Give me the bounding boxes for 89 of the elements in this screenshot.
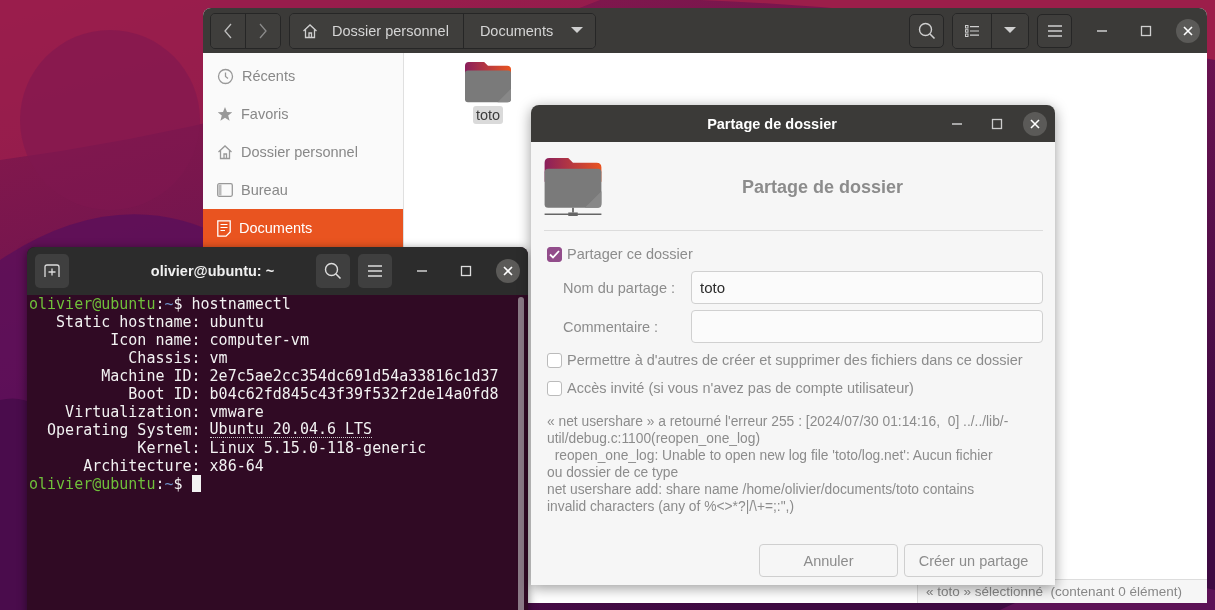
field-label: Commentaire : <box>563 318 660 335</box>
document-icon <box>217 219 231 237</box>
field-label: Nom du partage : <box>563 279 677 296</box>
menu-button[interactable] <box>1037 13 1072 48</box>
window-title: olivier@ubuntu: ~ <box>149 263 276 279</box>
window-title: Partage de dossier <box>706 115 838 132</box>
clock-icon <box>217 67 234 85</box>
output-label: Architecture: <box>82 457 201 475</box>
output-value: b04c62fd845c43f39f532f2de14a0fd8 <box>209 385 499 403</box>
sidebar-item[interactable]: Documents <box>203 209 403 247</box>
status-text: « toto » sélectionné (contenant 0 élément) <box>926 584 1182 599</box>
dialog-button[interactable]: Créer un partage <box>904 544 1043 577</box>
path-button[interactable]: Dossier personnel <box>290 13 464 48</box>
output-value: vm <box>209 349 228 367</box>
error-message: « net usershare » a retourné l'erreur 255 : [2024/07/30 01:14:16, 0] ../../lib/- util/debug.c:1100(reopen_one_log) reopen_one_log: Unable to open new log file 'toto/log.net': Aucun fichier ou dossier de ce type net usershare add: share name /home/olivier/documents/toto contains invalid characters (any of %<>*?|/\+=;:",) <box>547 413 1010 515</box>
output-label: Machine ID: <box>100 367 201 385</box>
desktop-icon <box>217 183 233 197</box>
output-label: Boot ID: <box>127 385 201 403</box>
checkmark-icon <box>549 249 560 259</box>
maximize-icon <box>460 265 472 277</box>
dialog-button[interactable]: Annuler <box>759 544 898 577</box>
search-button[interactable] <box>909 13 944 48</box>
view-button[interactable] <box>953 13 992 48</box>
back-icon <box>223 22 233 39</box>
home-icon <box>302 22 318 39</box>
output-label: Virtualization: <box>64 403 201 421</box>
output-label: Static hostname: <box>55 313 201 331</box>
folder-icon <box>465 61 511 103</box>
prompt-text: : <box>155 295 165 313</box>
checkbox-label[interactable]: Partager ce dossier <box>567 246 693 262</box>
sidebar-item[interactable]: Récents <box>203 57 403 95</box>
home-icon <box>217 144 233 160</box>
checkbox[interactable] <box>547 246 562 262</box>
scrollbar[interactable] <box>518 297 524 610</box>
sidebar-item[interactable]: Dossier personnel <box>203 133 403 171</box>
output-value: computer-vm <box>209 331 309 349</box>
output-link[interactable]: Ubuntu 20.04.6 LTS <box>209 422 373 438</box>
prompt-text: ~ <box>164 475 174 493</box>
checkbox[interactable] <box>547 352 562 368</box>
new-tab-button[interactable] <box>35 254 69 288</box>
star-icon <box>217 106 233 122</box>
output-value: x86-64 <box>209 457 264 475</box>
close-button[interactable] <box>496 259 520 283</box>
back-button[interactable] <box>211 13 246 48</box>
input-field[interactable]: toto <box>691 271 1043 304</box>
output-value: 2e7c5ae2cc354dc691d54a33816c1d37 <box>209 367 499 385</box>
list-view-icon <box>965 24 979 37</box>
output-label: Operating System: <box>46 421 201 439</box>
file-name[interactable]: toto <box>472 106 504 124</box>
menu-icon <box>1047 24 1062 37</box>
menu-button[interactable] <box>358 254 392 288</box>
close-icon <box>1030 118 1040 129</box>
search-icon <box>917 21 936 40</box>
checkbox-label[interactable]: Accès invité (si vous n'avez pas de compte utilisateur) <box>567 380 914 396</box>
output-value: Linux 5.15.0-118-generic <box>209 439 427 457</box>
checkbox[interactable] <box>547 380 562 396</box>
menu-icon <box>368 265 382 277</box>
minimize-icon <box>952 122 962 125</box>
output-value: ubuntu <box>209 313 264 331</box>
prompt-text: olivier@ubuntu <box>29 295 156 313</box>
minimize-icon <box>1097 29 1107 32</box>
shared-folder-icon <box>544 158 602 216</box>
dialog-heading: Partage de dossier <box>740 176 905 198</box>
output-label: Chassis: <box>127 349 201 367</box>
sidebar-item[interactable]: Favoris <box>203 95 403 133</box>
search-button[interactable] <box>316 254 350 288</box>
forward-icon <box>258 22 268 39</box>
sidebar-item[interactable]: Bureau <box>203 171 403 209</box>
search-icon <box>324 262 342 280</box>
close-icon <box>1183 25 1193 36</box>
close-button[interactable] <box>1023 111 1047 136</box>
maximize-icon <box>1140 24 1152 37</box>
prompt-text: ~ <box>164 295 174 313</box>
prompt-text: $ <box>173 475 183 493</box>
output-label: Kernel: <box>136 439 201 457</box>
caret-icon <box>1004 27 1016 34</box>
prompt-text: olivier@ubuntu <box>29 475 156 493</box>
minimize-icon <box>417 270 427 272</box>
prompt-text: : <box>155 475 165 493</box>
new-tab-icon <box>44 264 60 278</box>
output-value: vmware <box>209 403 264 421</box>
caret-icon <box>571 27 584 34</box>
checkbox-label[interactable]: Permettre à d'autres de créer et supprimer des fichiers dans ce dossier <box>567 352 1023 368</box>
input-field[interactable] <box>691 310 1043 343</box>
close-icon <box>503 266 513 276</box>
output-label: Icon name: <box>109 331 201 349</box>
prompt-text: $ hostnamectl <box>173 295 291 313</box>
maximize-icon <box>991 117 1003 130</box>
close-button[interactable] <box>1176 18 1200 43</box>
